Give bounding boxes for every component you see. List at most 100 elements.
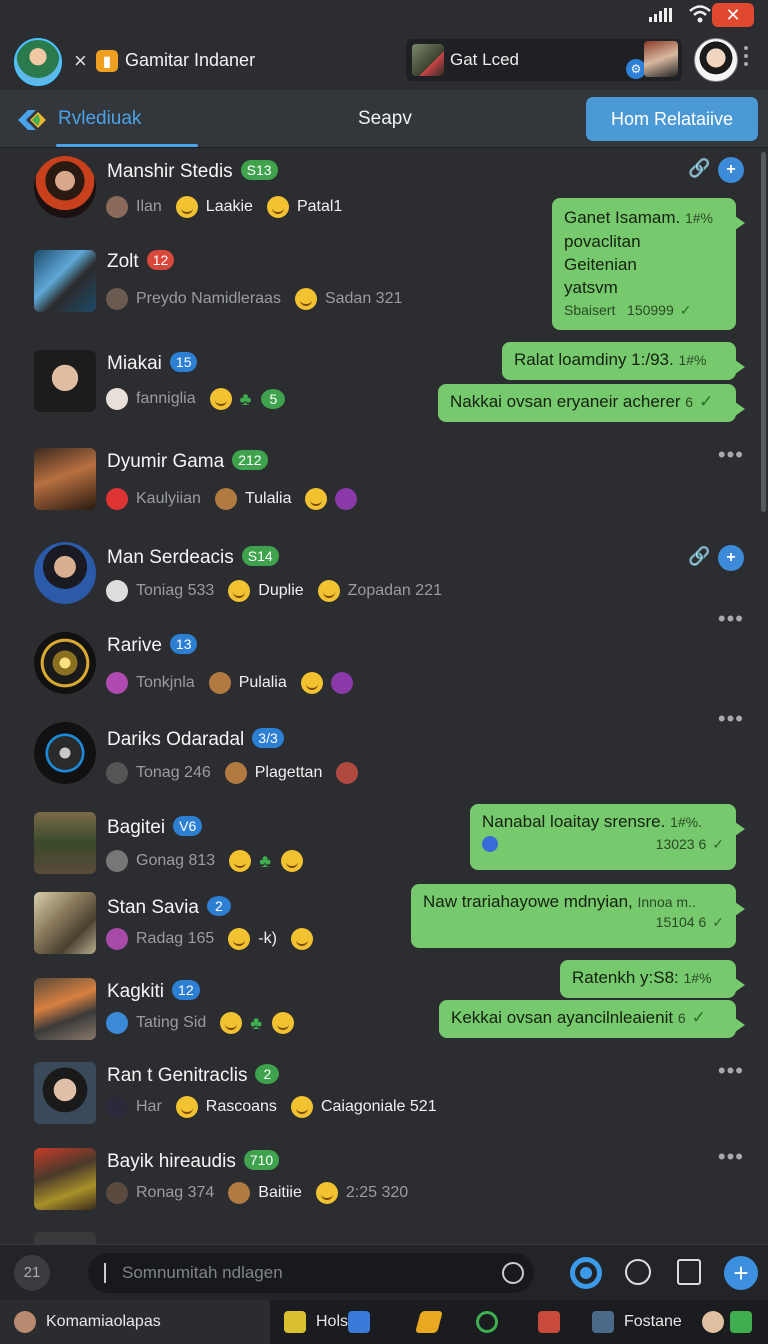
emoji-icon	[175, 1096, 198, 1118]
mini-avatar	[106, 196, 128, 218]
emoji-icon	[209, 388, 232, 410]
list-item[interactable]: Rarive 13 Tonkjnla Pulalia •••	[0, 606, 768, 716]
contact-subline: Tonag 246 Plagettan	[106, 762, 366, 784]
refresh-icon[interactable]	[502, 1262, 524, 1284]
message-bubble[interactable]: Naw trariahayowe mdnyian, Innoa m.. 1510…	[411, 884, 745, 948]
count-badge: V6	[173, 816, 203, 836]
taskbar-item-holst[interactable]: Holst	[284, 1300, 380, 1344]
list-item[interactable]	[0, 1232, 768, 1244]
emoji-icon	[229, 850, 252, 872]
count-badge: S13	[240, 160, 278, 180]
avatar	[34, 156, 96, 218]
timer-icon[interactable]	[625, 1259, 651, 1285]
avatar	[34, 978, 96, 1040]
avatar[interactable]	[14, 38, 62, 86]
logo-icon	[18, 110, 46, 130]
read-tick-icon: ✓	[699, 392, 714, 411]
message-input[interactable]: Somnumitah ndlagen	[88, 1253, 534, 1293]
composer-left-button[interactable]: 21	[14, 1255, 50, 1291]
mini-avatar	[336, 762, 359, 784]
list-item[interactable]: Dariks Odaradal 3/3 Tonag 246 Plagettan •…	[0, 706, 768, 804]
app-icon	[730, 1311, 752, 1333]
list-item[interactable]: Man Serdeacis S14 Toniag 533 Duplie Zopad…	[0, 528, 768, 620]
message-bubble[interactable]: Ganet Isamam. 1#% povaclitan Geitenian y…	[552, 198, 745, 330]
flash-icon	[415, 1311, 443, 1333]
chat-list: Manshir Stedis S13 Ilan Laakie Patal1 🔗 +…	[0, 148, 768, 1244]
taskbar-item-circle[interactable]	[476, 1300, 508, 1344]
list-item[interactable]: Ran t Genitraclis 2 Har Rascoans Caiagoni…	[0, 1058, 768, 1144]
more-icon[interactable]: •••	[718, 1144, 744, 1170]
more-icon[interactable]: •••	[718, 1058, 744, 1084]
contact-subline: Tonkjnla Pulalia	[106, 672, 361, 694]
contact-subline: Ronag 374 Baitiie 2:25 320	[106, 1182, 422, 1204]
mini-avatar	[335, 488, 358, 510]
chat-thumbnail	[412, 44, 444, 76]
emoji-icon	[315, 1182, 338, 1204]
more-icon[interactable]: •••	[718, 706, 744, 732]
avatar	[34, 1062, 96, 1124]
taskbar-item-flash[interactable]	[415, 1300, 450, 1344]
link-icon[interactable]: 🔗	[688, 546, 710, 568]
contact-name: Kagkiti 12	[107, 980, 200, 1003]
contact-name: Dyumir Gama 212	[107, 450, 268, 473]
app-icon	[538, 1311, 560, 1333]
contact-name: Stan Savia 2	[107, 896, 231, 919]
emoji-icon	[228, 928, 251, 950]
app-icon	[284, 1311, 306, 1333]
add-button[interactable]: +	[724, 1256, 758, 1290]
count-badge: S14	[241, 546, 279, 566]
message-bubble[interactable]: Nakkai ovsan eryaneir acherer 6 ✓	[438, 384, 745, 422]
count-badge: 2	[255, 1064, 280, 1084]
mini-avatar	[224, 762, 247, 784]
message-bubble[interactable]: Ratenkh y:S8: 1#%	[560, 960, 745, 998]
close-button[interactable]: ✕	[712, 3, 754, 27]
taskbar-item-grid[interactable]	[538, 1300, 570, 1344]
taskbar-item-first[interactable]: Komamiaolapas	[0, 1300, 270, 1344]
more-icon[interactable]: •••	[718, 442, 744, 468]
active-chat-chip[interactable]: Gat Lced ⚙	[406, 39, 682, 81]
avatar	[34, 1148, 96, 1210]
list-item[interactable]: Bayik hireaudis 710 Ronag 374 Baitiie 2:2…	[0, 1144, 768, 1232]
gear-icon[interactable]	[570, 1257, 602, 1289]
count-badge: 13	[169, 634, 198, 654]
taskbar-item-fostane[interactable]: Fostane	[592, 1300, 682, 1344]
more-vertical-icon[interactable]	[744, 46, 750, 70]
mini-avatar	[106, 928, 128, 950]
link-icon[interactable]: 🔗	[688, 158, 710, 180]
taskbar-item-profile[interactable]	[702, 1300, 762, 1344]
contact-name: Miakai 15	[107, 352, 198, 375]
note-icon[interactable]	[677, 1259, 701, 1285]
mini-avatar	[106, 288, 128, 310]
home-relative-button[interactable]: Hom Relataiive	[586, 97, 758, 141]
read-tick-icon: ✓	[679, 302, 692, 318]
tab-search[interactable]: Seapv	[358, 108, 412, 130]
emoji-icon	[272, 1012, 295, 1034]
contact-subline: fanniglia ♣ 5	[106, 388, 286, 410]
leaf-icon: ♣	[250, 1012, 263, 1033]
message-bubble[interactable]: Kekkai ovsan ayancilnleaienit 6 ✓	[439, 1000, 745, 1038]
more-icon[interactable]: •••	[718, 606, 744, 632]
contact-subline: Preydo Namidleraas Sadan 321	[106, 288, 416, 310]
message-bubble[interactable]: Nanabal loaitay srensre. 1#%. 13023 6 ✓	[470, 804, 745, 870]
contact-name: Dariks Odaradal 3/3	[107, 728, 284, 751]
message-placeholder: Somnumitah ndlagen	[122, 1263, 283, 1282]
emoji-icon	[220, 1012, 243, 1034]
profile-avatar[interactable]	[694, 38, 738, 82]
list-item[interactable]: Dyumir Gama 212 Kaulyiian Tulalia •••	[0, 436, 768, 528]
add-icon[interactable]: +	[718, 157, 744, 183]
app-icon: ▮	[96, 50, 118, 72]
emoji-icon	[300, 672, 323, 694]
app-icon	[348, 1311, 371, 1333]
chat-label: Gat Lced	[450, 50, 519, 69]
avatar	[34, 812, 96, 874]
window-title: Gamitar Indaner	[125, 50, 256, 70]
close-icon[interactable]: ×	[74, 48, 87, 74]
mini-avatar	[106, 1096, 128, 1118]
count-badge: 12	[146, 250, 175, 270]
emoji-icon	[175, 196, 198, 218]
message-bubble[interactable]: Ralat loamdiny 1:/93. 1#%	[502, 342, 745, 380]
contact-subline: Gonag 813 ♣	[106, 850, 311, 872]
avatar	[34, 448, 96, 510]
mini-avatar	[208, 672, 231, 694]
add-icon[interactable]: +	[718, 545, 744, 571]
